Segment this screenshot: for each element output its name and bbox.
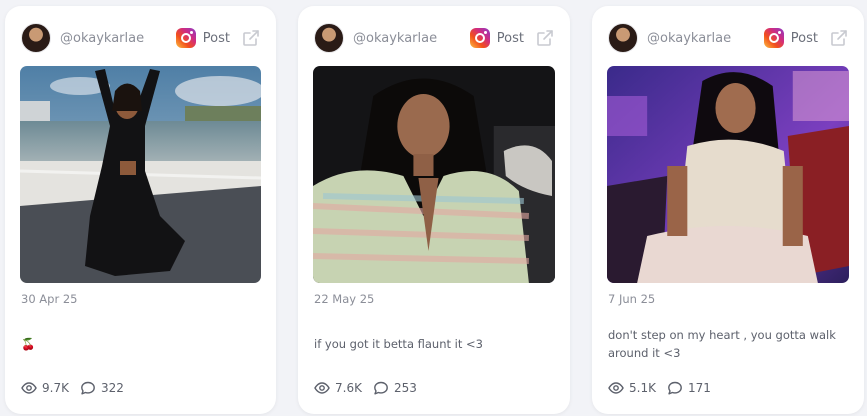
post-card-header: @okaykarlae Post <box>608 23 848 53</box>
instagram-icon <box>175 28 196 48</box>
avatar[interactable] <box>21 23 51 53</box>
username[interactable]: @okaykarlae <box>647 31 731 46</box>
post-image[interactable] <box>20 66 261 283</box>
external-link-icon[interactable] <box>830 29 848 47</box>
comment-icon <box>374 381 388 395</box>
comments-stat: 322 <box>80 380 124 396</box>
post-type-label: Post <box>202 30 230 46</box>
comments-count: 253 <box>393 381 417 395</box>
comment-icon <box>81 381 95 395</box>
views-stat: 5.1K <box>608 380 656 396</box>
eye-icon <box>21 382 37 394</box>
eye-icon <box>314 382 330 394</box>
comments-count: 322 <box>100 381 124 395</box>
post-type-label: Post <box>496 30 524 46</box>
comments-stat: 253 <box>373 380 417 396</box>
post-image[interactable] <box>607 66 849 283</box>
views-stat: 7.6K <box>314 380 362 396</box>
username[interactable]: @okaykarlae <box>353 31 437 46</box>
post-date: 7 Jun 25 <box>608 292 656 306</box>
post-card-header: @okaykarlae Post <box>314 23 554 53</box>
avatar[interactable] <box>608 23 638 53</box>
post-image[interactable] <box>313 66 555 283</box>
views-count: 5.1K <box>629 381 656 395</box>
instagram-icon <box>469 28 490 48</box>
post-card-header: @okaykarlae Post <box>21 23 260 53</box>
post-source: Post <box>469 28 554 48</box>
post-date: 22 May 25 <box>314 292 375 306</box>
post-card[interactable]: @okaykarlae Post 22 May 25 if you got it… <box>298 6 570 414</box>
views-count: 7.6K <box>335 381 362 395</box>
post-caption: don't step on my heart , you gotta walk … <box>608 328 836 360</box>
instagram-icon <box>763 28 784 48</box>
avatar[interactable] <box>314 23 344 53</box>
post-card[interactable]: @okaykarlae Post <box>5 6 276 414</box>
post-card[interactable]: @okaykarlae Post <box>592 6 864 414</box>
post-stats: 9.7K 322 <box>21 380 124 396</box>
external-link-icon[interactable] <box>242 29 260 47</box>
post-source: Post <box>763 28 848 48</box>
post-type-label: Post <box>790 30 818 46</box>
post-caption: if you got it betta flaunt it <3 <box>314 337 483 351</box>
post-source: Post <box>175 28 260 48</box>
comments-stat: 171 <box>667 380 711 396</box>
views-stat: 9.7K <box>21 380 69 396</box>
comments-count: 171 <box>687 381 711 395</box>
external-link-icon[interactable] <box>536 29 554 47</box>
views-count: 9.7K <box>42 381 69 395</box>
eye-icon <box>608 382 624 394</box>
comment-icon <box>668 381 682 395</box>
username[interactable]: @okaykarlae <box>60 31 144 46</box>
post-date: 30 Apr 25 <box>21 292 78 306</box>
post-stats: 7.6K 253 <box>314 380 417 396</box>
post-caption: 🍒 <box>21 337 36 351</box>
post-stats: 5.1K 171 <box>608 380 711 396</box>
